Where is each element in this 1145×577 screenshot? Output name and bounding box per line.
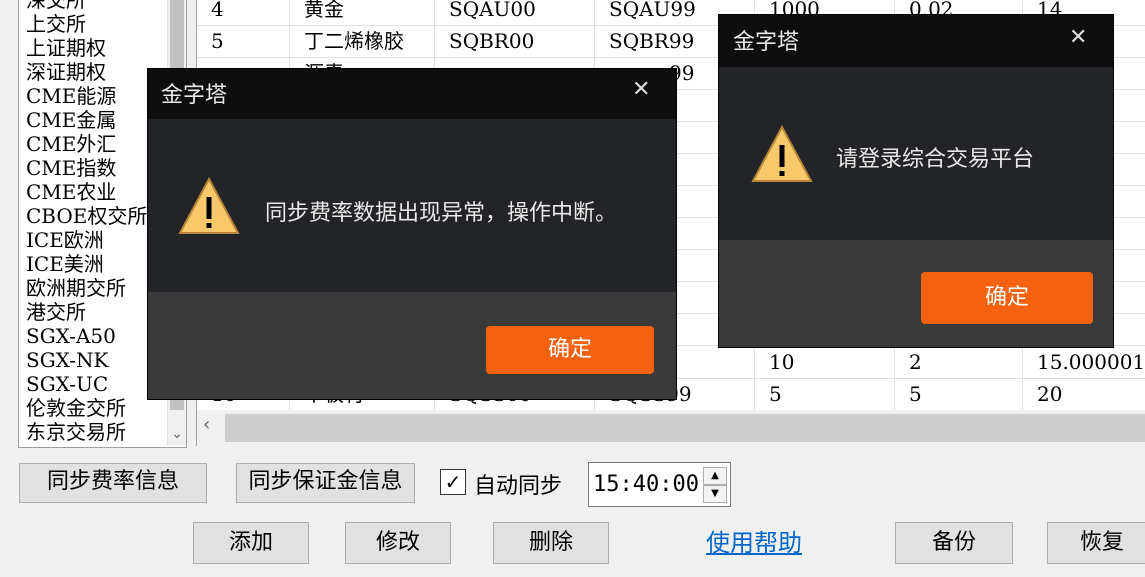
sidebar-item[interactable]: 深证期权 — [26, 60, 166, 84]
ok-button[interactable]: 确定 — [921, 272, 1093, 324]
sidebar-item[interactable]: 港交所 — [26, 300, 166, 324]
cell-c6: 2 — [895, 347, 1023, 378]
sync-time-value: 15:40:00 — [593, 472, 699, 497]
sidebar-item[interactable]: CME金属 — [26, 108, 166, 132]
close-icon[interactable]: ✕ — [632, 77, 650, 102]
sidebar-item[interactable]: ICE欧洲 — [26, 228, 166, 252]
sidebar-item[interactable]: CBOE权交所 — [26, 204, 166, 228]
dialog-message: 请登录综合交易平台 — [836, 147, 1035, 172]
auto-sync-label: 自动同步 — [474, 474, 563, 499]
delete-button[interactable]: 删除 — [493, 522, 609, 564]
chevron-down-icon[interactable]: ⌄ — [168, 422, 186, 446]
cell-c7: 20 — [1023, 379, 1145, 410]
cell-c6: 5 — [895, 379, 1023, 410]
sync-time-input[interactable]: 15:40:00 ▲ ▼ — [588, 462, 731, 507]
ok-button[interactable]: 确定 — [486, 326, 654, 374]
backup-button[interactable]: 备份 — [895, 522, 1013, 564]
sidebar-item[interactable]: ICE美洲 — [26, 252, 166, 276]
sync-error-dialog: 金字塔 ✕ 同步费率数据出现异常，操作中断。 确定 — [147, 68, 677, 400]
dialog-title: 金字塔 — [148, 69, 676, 119]
sync-margin-button[interactable]: 同步保证金信息 — [236, 463, 415, 503]
sync-rate-button[interactable]: 同步费率信息 — [19, 463, 207, 503]
close-icon[interactable]: ✕ — [1069, 25, 1087, 50]
sidebar-item[interactable]: 上证期权 — [26, 36, 166, 60]
dialog-title: 金字塔 — [719, 15, 1113, 67]
chevron-left-icon[interactable]: ‹ — [203, 414, 210, 435]
cell-c5: 5 — [755, 379, 895, 410]
cell-name: 黄金 — [290, 0, 435, 25]
sidebar-item[interactable]: 东京交易所 — [26, 420, 166, 444]
cell-code1: SQAU00 — [435, 0, 595, 25]
add-button[interactable]: 添加 — [193, 522, 309, 564]
cell-no: 4 — [197, 0, 290, 25]
sidebar-item[interactable]: CME外汇 — [26, 132, 166, 156]
warning-icon — [751, 125, 813, 182]
table-horizontal-scrollbar[interactable]: ‹ — [196, 410, 1145, 446]
warning-icon — [178, 177, 240, 234]
cell-no: 5 — [197, 26, 290, 57]
sidebar-item[interactable]: SGX-NK — [26, 348, 166, 372]
spin-up-icon[interactable]: ▲ — [703, 467, 727, 485]
sidebar-item[interactable]: 深交所 — [26, 0, 166, 12]
exchange-list-items: 深交所 上交所 上证期权 深证期权 CME能源 CME金属 CME外汇 CME指数 CME农业 C… — [26, 0, 166, 444]
sidebar-item[interactable]: CME能源 — [26, 84, 166, 108]
sidebar-item[interactable]: CME农业 — [26, 180, 166, 204]
auto-sync-checkbox[interactable]: ✓ — [440, 469, 466, 495]
sidebar-item[interactable]: 欧洲期交所 — [26, 276, 166, 300]
scrollbar-thumb[interactable] — [225, 414, 1145, 442]
edit-button[interactable]: 修改 — [345, 522, 451, 564]
help-link[interactable]: 使用帮助 — [706, 523, 802, 558]
sidebar-item[interactable]: CME指数 — [26, 156, 166, 180]
login-required-dialog: 金字塔 ✕ 请登录综合交易平台 确定 — [718, 14, 1114, 348]
cell-c7: 15.000001 — [1023, 347, 1145, 378]
spin-down-icon[interactable]: ▼ — [703, 485, 727, 503]
sidebar-item[interactable]: SGX-A50 — [26, 324, 166, 348]
cell-name: 丁二烯橡胶 — [290, 26, 435, 57]
cell-code1: SQBR00 — [435, 26, 595, 57]
checkmark-icon: ✓ — [444, 470, 462, 494]
sidebar-item[interactable]: 伦敦金交所 — [26, 396, 166, 420]
sidebar-item[interactable]: 上交所 — [26, 12, 166, 36]
dialog-message: 同步费率数据出现异常，操作中断。 — [265, 201, 618, 226]
cell-c5: 10 — [755, 347, 895, 378]
sidebar-item[interactable]: SGX-UC — [26, 372, 166, 396]
restore-button[interactable]: 恢复 — [1047, 522, 1145, 564]
